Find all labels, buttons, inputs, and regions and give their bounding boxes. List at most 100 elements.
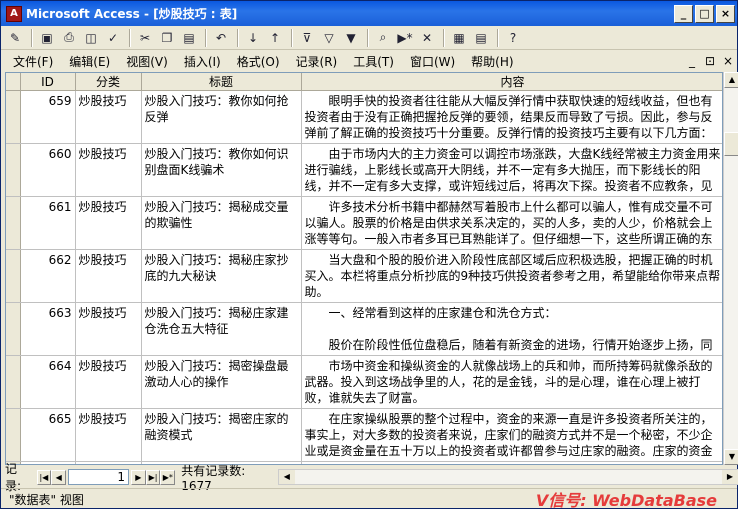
cell-category[interactable]: 炒股技巧 bbox=[75, 355, 142, 409]
menu-file[interactable]: 文件(F) bbox=[5, 53, 61, 70]
cell-category[interactable]: 炒股技巧 bbox=[75, 196, 142, 250]
menu-format[interactable]: 格式(O) bbox=[229, 53, 288, 70]
doc-close-button[interactable]: × bbox=[719, 54, 737, 68]
row-selector[interactable] bbox=[6, 408, 21, 462]
spelling-icon[interactable]: ✓ bbox=[103, 28, 123, 48]
new-object-icon[interactable]: ▤ bbox=[471, 28, 491, 48]
sort-asc-icon[interactable]: ↓ bbox=[243, 28, 263, 48]
cell-id[interactable]: 665 bbox=[20, 408, 76, 462]
table-row[interactable]: 662 炒股技巧 炒股入门技巧：揭秘庄家抄底的九大秘诀 当大盘和个股的股价进入阶段性… bbox=[6, 249, 722, 303]
cell-title[interactable]: 炒股入门技巧：教你如何抢反弹 bbox=[141, 90, 302, 144]
doc-window-controls: _ ⊡ × bbox=[683, 54, 737, 68]
doc-minimize-button[interactable]: _ bbox=[683, 54, 701, 68]
cell-content[interactable]: 许多技术分析书籍中都赫然写着股市上什么都可以骗人，惟有成交量不可以骗人。股票的价… bbox=[301, 196, 722, 250]
access-app-icon[interactable]: A bbox=[6, 5, 22, 22]
menu-records[interactable]: 记录(R) bbox=[288, 53, 346, 70]
vertical-scrollbar[interactable]: ▲ ▼ bbox=[723, 72, 738, 465]
table-row[interactable]: 666炒股技巧炒股入门技巧：解读大笔买卖单的含义 股价大幅上升或下跌是由主力资金… bbox=[6, 461, 722, 464]
table-row[interactable]: 660 炒股技巧 炒股入门技巧：教你如何识别盘面K线骗术 由于市场内大的主力资金可以… bbox=[6, 143, 722, 197]
menu-edit[interactable]: 编辑(E) bbox=[61, 53, 118, 70]
row-selector[interactable] bbox=[6, 196, 21, 250]
save-icon[interactable]: ▣ bbox=[37, 28, 57, 48]
column-header-id[interactable]: ID bbox=[20, 73, 76, 91]
cell-id[interactable]: 660 bbox=[20, 143, 76, 197]
menu-window[interactable]: 窗口(W) bbox=[402, 53, 463, 70]
find-icon[interactable]: ⌕ bbox=[373, 28, 393, 48]
new-record-nav-icon[interactable]: ▶* bbox=[160, 469, 176, 485]
cell-id[interactable]: 663 bbox=[20, 302, 76, 356]
new-record-icon[interactable]: ▶* bbox=[395, 28, 415, 48]
menu-tools[interactable]: 工具(T) bbox=[345, 53, 402, 70]
menu-view[interactable]: 视图(V) bbox=[118, 53, 176, 70]
undo-icon[interactable]: ↶ bbox=[211, 28, 231, 48]
next-record-icon[interactable]: ▶ bbox=[130, 469, 146, 485]
row-selector[interactable] bbox=[6, 249, 21, 303]
table-row[interactable]: 659 炒股技巧 炒股入门技巧：教你如何抢反弹 眼明手快的投资者往往能从大幅反弹行情… bbox=[6, 90, 722, 144]
cell-title[interactable]: 炒股入门技巧：揭秘庄家抄底的九大秘诀 bbox=[141, 249, 302, 303]
first-record-icon[interactable]: |◀ bbox=[36, 469, 52, 485]
column-header-content[interactable]: 内容 bbox=[301, 73, 722, 91]
cell-category[interactable]: 炒股技巧 bbox=[75, 302, 142, 356]
cell-category[interactable]: 炒股技巧 bbox=[75, 249, 142, 303]
cell-title[interactable]: 炒股入门技巧：揭秘成交量的欺骗性 bbox=[141, 196, 302, 250]
cell-content[interactable]: 由于市场内大的主力资金可以调控市场涨跌，大盘K线经常被主力资金用来进行骗线，上影… bbox=[301, 143, 722, 197]
apply-filter-icon[interactable]: ▼ bbox=[341, 28, 361, 48]
select-all-corner[interactable] bbox=[6, 73, 21, 91]
cell-title[interactable]: 炒股入门技巧：揭密操盘最激动人心的操作 bbox=[141, 355, 302, 409]
column-header-title[interactable]: 标题 bbox=[141, 73, 302, 91]
cell-title[interactable]: 炒股入门技巧：教你如何识别盘面K线骗术 bbox=[141, 143, 302, 197]
last-record-icon[interactable]: ▶| bbox=[145, 469, 161, 485]
column-header-category[interactable]: 分类 bbox=[75, 73, 142, 91]
copy-icon[interactable]: ❐ bbox=[157, 28, 177, 48]
cell-title[interactable]: 炒股入门技巧：揭秘庄家建仓洗仓五大特征 bbox=[141, 302, 302, 356]
scroll-left-arrow-icon[interactable]: ◀ bbox=[278, 470, 295, 484]
cell-content[interactable]: 市场中资金和操纵资金的人就像战场上的兵和帅，而所持筹码就像杀敌的武器。投入到这场… bbox=[301, 355, 722, 409]
design-view-icon[interactable]: ✎ bbox=[5, 28, 25, 48]
close-button[interactable]: × bbox=[716, 4, 735, 23]
menu-help[interactable]: 帮助(H) bbox=[463, 53, 521, 70]
cell-id[interactable]: 664 bbox=[20, 355, 76, 409]
cell-id[interactable]: 661 bbox=[20, 196, 76, 250]
current-record-input[interactable]: 1 bbox=[68, 469, 129, 485]
cell-category[interactable]: 炒股技巧 bbox=[75, 408, 142, 462]
cell-title[interactable]: 炒股入门技巧：揭密庄家的融资模式 bbox=[141, 408, 302, 462]
cell-content[interactable]: 眼明手快的投资者往往能从大幅反弹行情中获取快速的短线收益，但也有投资者由于没有正… bbox=[301, 90, 722, 144]
minimize-button[interactable]: _ bbox=[674, 4, 693, 23]
print-preview-icon[interactable]: ◫ bbox=[81, 28, 101, 48]
cell-content[interactable]: 在庄家操纵股票的整个过程中，资金的来源一直是许多投资者所关注的，事实上，对大多数… bbox=[301, 408, 722, 462]
cell-category[interactable]: 炒股技巧 bbox=[75, 90, 142, 144]
horizontal-scrollbar[interactable]: ◀ ▶ bbox=[277, 469, 738, 485]
scroll-up-arrow-icon[interactable]: ▲ bbox=[724, 72, 738, 88]
database-window-icon[interactable]: ▦ bbox=[449, 28, 469, 48]
row-selector[interactable] bbox=[6, 143, 21, 197]
table-row[interactable]: 664 炒股技巧 炒股入门技巧：揭密操盘最激动人心的操作 市场中资金和操纵资金的人就… bbox=[6, 355, 722, 409]
table-row[interactable]: 661 炒股技巧 炒股入门技巧：揭秘成交量的欺骗性 许多技术分析书籍中都赫然写着股市… bbox=[6, 196, 722, 250]
doc-restore-button[interactable]: ⊡ bbox=[701, 54, 719, 68]
maximize-button[interactable]: □ bbox=[695, 4, 714, 23]
cell-content[interactable]: 当大盘和个股的股价进入阶段性底部区域后应积极选股，把握正确的时机买入。本栏将重点… bbox=[301, 249, 722, 303]
table-row[interactable]: 663 炒股技巧 炒股入门技巧：揭秘庄家建仓洗仓五大特征 一、经常看到这样的庄家建仓… bbox=[6, 302, 722, 356]
paste-icon[interactable]: ▤ bbox=[179, 28, 199, 48]
scroll-thumb[interactable] bbox=[724, 132, 738, 156]
table-row[interactable]: 665 炒股技巧 炒股入门技巧：揭密庄家的融资模式 在庄家操纵股票的整个过程中，资金… bbox=[6, 408, 722, 462]
filter-form-icon[interactable]: ▽ bbox=[319, 28, 339, 48]
cell-id[interactable]: 662 bbox=[20, 249, 76, 303]
prev-record-icon[interactable]: ◀ bbox=[51, 469, 67, 485]
delete-record-icon[interactable]: ✕ bbox=[417, 28, 437, 48]
cell-category[interactable]: 炒股技巧 bbox=[75, 461, 142, 464]
row-selector[interactable] bbox=[6, 90, 21, 144]
help-icon[interactable]: ? bbox=[503, 28, 523, 48]
scroll-right-arrow-icon[interactable]: ▶ bbox=[722, 470, 738, 484]
menu-insert[interactable]: 插入(I) bbox=[176, 53, 229, 70]
cut-icon[interactable]: ✂ bbox=[135, 28, 155, 48]
cell-content[interactable]: 一、经常看到这样的庄家建仓和洗仓方式： 股价在阶段性低位盘稳后，随着有新资金的进… bbox=[301, 302, 722, 356]
cell-category[interactable]: 炒股技巧 bbox=[75, 143, 142, 197]
filter-selection-icon[interactable]: ⊽ bbox=[297, 28, 317, 48]
cell-id[interactable]: 659 bbox=[20, 90, 76, 144]
row-selector[interactable] bbox=[6, 355, 21, 409]
sort-desc-icon[interactable]: ↑ bbox=[265, 28, 285, 48]
print-icon[interactable]: ⎙ bbox=[59, 28, 79, 48]
row-selector[interactable] bbox=[6, 302, 21, 356]
cell-content[interactable]: 股价大幅上升或下跌是由主力资金推动的，主力资金不可能一手两手地买卖股票，因此真正… bbox=[301, 461, 722, 464]
scroll-down-arrow-icon[interactable]: ▼ bbox=[724, 449, 738, 465]
